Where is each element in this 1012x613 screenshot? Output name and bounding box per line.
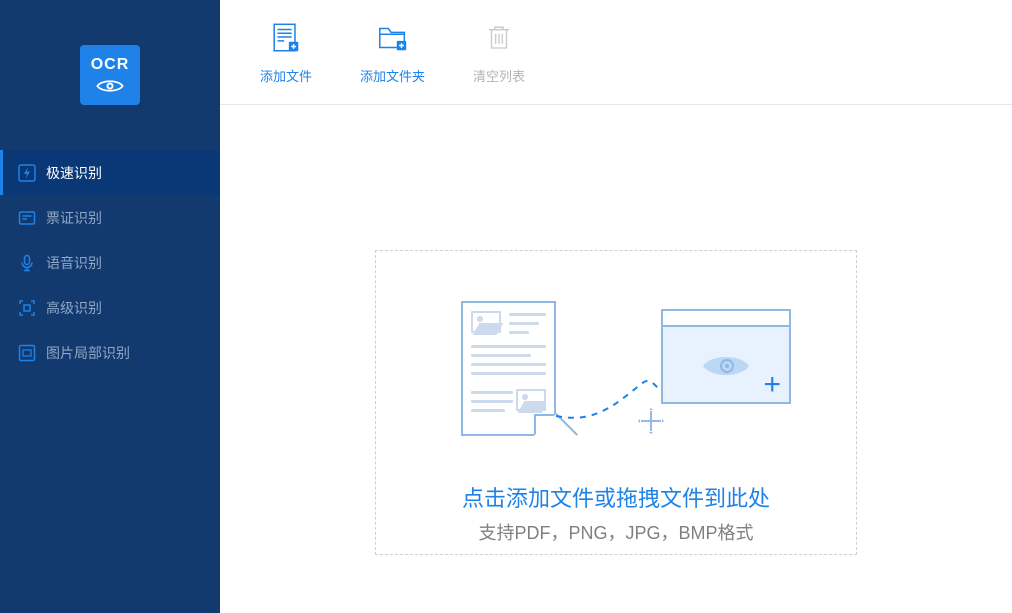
drop-illustration: + — [436, 301, 796, 451]
drop-title: 点击添加文件或拖拽文件到此处 — [462, 481, 770, 513]
add-folder-button[interactable]: 添加文件夹 — [360, 20, 425, 85]
document-illustration — [461, 301, 556, 436]
ticket-icon — [18, 209, 36, 227]
sidebar-item-label: 图片局部识别 — [46, 343, 130, 363]
plus-icon: + — [763, 374, 781, 396]
sidebar-item-label: 高级识别 — [46, 298, 102, 318]
crop-icon — [18, 344, 36, 362]
bolt-icon — [18, 164, 36, 182]
scan-icon — [18, 299, 36, 317]
trash-icon — [481, 20, 517, 56]
drop-subtitle: 支持PDF，PNG，JPG，BMP格式 — [478, 519, 753, 545]
viewer-window-illustration: + — [661, 309, 791, 404]
toolbar: 添加文件 添加文件夹 清空列 — [220, 0, 1012, 105]
button-label: 添加文件夹 — [360, 66, 425, 85]
app-logo: OCR — [80, 45, 140, 105]
sidebar-menu: 极速识别 票证识别 语音识别 高级识别 图片局部识别 — [0, 150, 220, 375]
sidebar-item-region[interactable]: 图片局部识别 — [0, 330, 220, 375]
clear-list-button[interactable]: 清空列表 — [473, 20, 525, 85]
logo-text: OCR — [91, 56, 130, 74]
sidebar-item-voice[interactable]: 语音识别 — [0, 240, 220, 285]
eye-icon — [96, 78, 124, 94]
drop-zone[interactable]: + 点击添加文件或拖拽文件到此处 支持PDF，PNG，JPG，BMP格式 — [375, 250, 857, 555]
add-file-button[interactable]: 添加文件 — [260, 20, 312, 85]
sidebar-item-ticket[interactable]: 票证识别 — [0, 195, 220, 240]
mic-icon — [18, 254, 36, 272]
file-add-icon — [268, 20, 304, 56]
eye-icon — [701, 352, 751, 380]
sidebar: OCR 极速识别 票证识别 语音识别 — [0, 0, 220, 613]
sidebar-item-label: 语音识别 — [46, 253, 102, 273]
sidebar-item-label: 极速识别 — [46, 163, 102, 183]
button-label: 清空列表 — [473, 66, 525, 85]
button-label: 添加文件 — [260, 66, 312, 85]
sidebar-item-advanced[interactable]: 高级识别 — [0, 285, 220, 330]
folder-add-icon — [375, 20, 411, 56]
main: 添加文件 添加文件夹 清空列 — [220, 0, 1012, 613]
sidebar-item-fast[interactable]: 极速识别 — [0, 150, 220, 195]
sidebar-item-label: 票证识别 — [46, 208, 102, 228]
logo-area: OCR — [0, 0, 220, 150]
content-area: + 点击添加文件或拖拽文件到此处 支持PDF，PNG，JPG，BMP格式 — [220, 105, 1012, 613]
